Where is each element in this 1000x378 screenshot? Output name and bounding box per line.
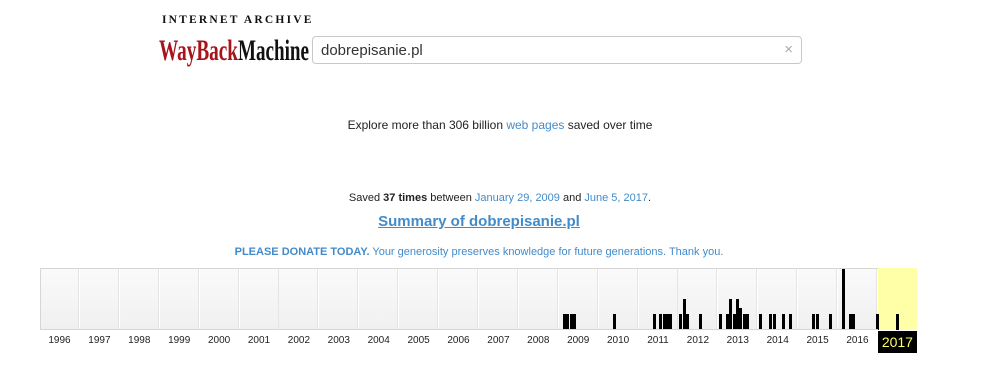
timeline-year-2003[interactable]	[319, 268, 359, 330]
capture-bar[interactable]	[652, 314, 656, 330]
timeline-year-2010[interactable]	[598, 268, 638, 330]
web-pages-link[interactable]: web pages	[506, 118, 564, 132]
timeline-year-1998[interactable]	[119, 268, 159, 330]
timeline-year-label-2009[interactable]: 2009	[559, 335, 598, 346]
clear-icon[interactable]: ×	[784, 41, 793, 58]
capture-bar[interactable]	[815, 314, 819, 330]
timeline-year-label-1999[interactable]: 1999	[160, 335, 199, 346]
capture-timeline[interactable]	[40, 268, 918, 330]
timeline-year-2000[interactable]	[199, 268, 239, 330]
timeline-year-label-2008[interactable]: 2008	[519, 335, 558, 346]
saved-summary-text: Saved 37 times between January 29, 2009 …	[348, 192, 652, 204]
capture-bar[interactable]	[875, 314, 879, 330]
first-capture-link[interactable]: January 29, 2009	[475, 192, 560, 204]
timeline-year-label-2007[interactable]: 2007	[479, 335, 518, 346]
timeline-year-label-2002[interactable]: 2002	[279, 335, 318, 346]
capture-bar[interactable]	[895, 314, 899, 330]
capture-bar[interactable]	[573, 314, 576, 330]
timeline-year-label-2015[interactable]: 2015	[798, 335, 837, 346]
timeline-year-label-2004[interactable]: 2004	[359, 335, 398, 346]
capture-bar[interactable]	[719, 314, 723, 330]
timeline-year-1997[interactable]	[79, 268, 119, 330]
timeline-year-label-2000[interactable]: 2000	[200, 335, 239, 346]
timeline-year-label-2005[interactable]: 2005	[399, 335, 438, 346]
timeline-year-2007[interactable]	[478, 268, 518, 330]
timeline-year-label-1997[interactable]: 1997	[80, 335, 119, 346]
capture-bar[interactable]	[842, 268, 846, 330]
capture-bar[interactable]	[745, 314, 749, 330]
timeline-year-1996[interactable]	[40, 268, 79, 330]
capture-bar[interactable]	[759, 314, 763, 330]
timeline-year-label-2014[interactable]: 2014	[758, 335, 797, 346]
logo-internet-archive-text: INTERNET ARCHIVE	[162, 14, 314, 26]
timeline-year-label-2013[interactable]: 2013	[718, 335, 757, 346]
explore-text: Explore more than 306 billion web pages …	[347, 118, 653, 132]
timeline-year-2008[interactable]	[518, 268, 558, 330]
last-capture-link[interactable]: June 5, 2017	[584, 192, 648, 204]
capture-bar[interactable]	[699, 314, 703, 330]
capture-bar[interactable]	[669, 314, 673, 330]
timeline-year-2002[interactable]	[279, 268, 319, 330]
timeline-year-label-2010[interactable]: 2010	[599, 335, 638, 346]
timeline-year-label-2001[interactable]: 2001	[240, 335, 279, 346]
capture-bar[interactable]	[852, 314, 856, 330]
donate-strong-text[interactable]: PLEASE DONATE TODAY.	[235, 246, 370, 258]
timeline-year-2004[interactable]	[359, 268, 399, 330]
timeline-year-2001[interactable]	[239, 268, 279, 330]
logo-machine-text: Machine	[238, 34, 309, 67]
timeline-year-label-2016[interactable]: 2016	[838, 335, 877, 346]
url-search-box[interactable]: ×	[312, 36, 802, 64]
timeline-year-label-2006[interactable]: 2006	[439, 335, 478, 346]
capture-count: 37 times	[383, 192, 428, 204]
timeline-year-label-1998[interactable]: 1998	[120, 335, 159, 346]
timeline-year-label-2012[interactable]: 2012	[678, 335, 717, 346]
capture-bar[interactable]	[612, 314, 616, 330]
timeline-year-2006[interactable]	[439, 268, 478, 330]
capture-bar[interactable]	[772, 314, 776, 330]
capture-bar[interactable]	[782, 314, 786, 330]
timeline-year-label-1996[interactable]: 1996	[40, 335, 79, 346]
timeline-year-1999[interactable]	[159, 268, 199, 330]
capture-bar[interactable]	[789, 314, 793, 330]
capture-bar[interactable]	[686, 314, 690, 330]
summary-heading: Summary of dobrepisanie.pl	[0, 213, 958, 230]
url-search-input[interactable]	[321, 40, 761, 60]
logo-wayback-machine-wordmark: WayBack Machine	[158, 30, 309, 68]
timeline-year-2005[interactable]	[399, 268, 439, 330]
timeline-year-labels: 1996 1997 1998 1999 2000 2001 2002 2003 2004 2005…	[40, 331, 918, 353]
donate-banner[interactable]: PLEASE DONATE TODAY. Your generosity pre…	[0, 246, 958, 258]
capture-bar[interactable]	[829, 314, 833, 330]
wayback-logo[interactable]: INTERNET ARCHIVE WayBack Machine	[158, 14, 311, 70]
timeline-year-label-2003[interactable]: 2003	[319, 335, 358, 346]
summary-link[interactable]: Summary of dobrepisanie.pl	[378, 213, 580, 230]
timeline-year-label-2017[interactable]: 2017	[877, 331, 917, 353]
timeline-year-label-2011[interactable]: 2011	[639, 335, 678, 346]
logo-wayback-text: WayBack	[159, 34, 238, 67]
donate-rest-text[interactable]: Your generosity preserves knowledge for …	[370, 246, 723, 258]
